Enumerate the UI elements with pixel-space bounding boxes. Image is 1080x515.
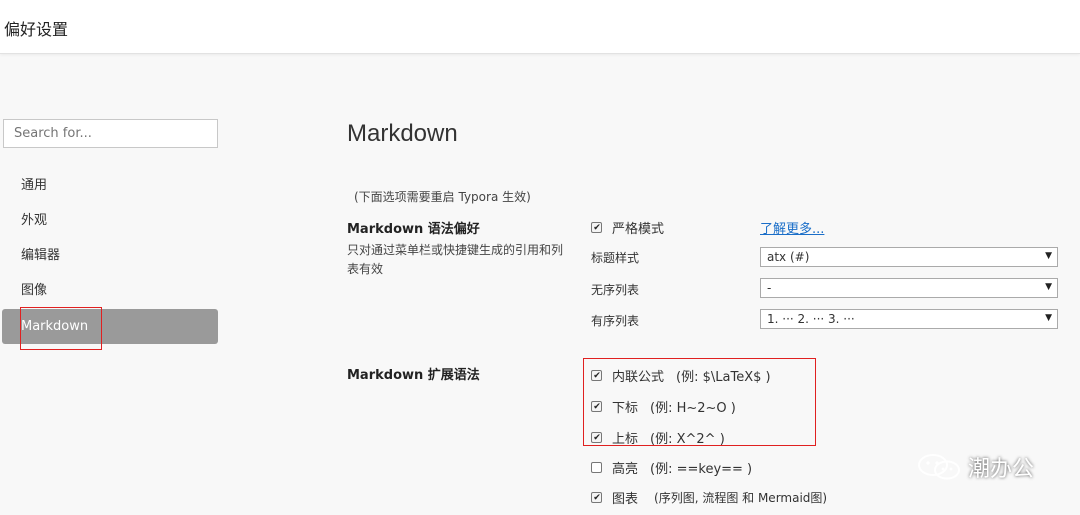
ordered-list-value: 1. ··· 2. ··· 3. ··· [767,312,855,326]
diagrams-option[interactable]: 图表 (序列图, 流程图 和 Mermaid图) [591,488,827,507]
strict-mode-checkbox[interactable] [591,222,602,233]
strict-mode-option[interactable]: 严格模式 [591,218,664,237]
highlight-example: (例: ==key== ) [650,462,753,477]
highlight-box-markdown-nav [20,307,102,350]
sidebar-item-image[interactable]: 图像 [2,273,218,308]
heading-style-value: atx (#) [767,250,810,264]
page-title: Markdown [347,120,458,147]
unordered-list-label: 无序列表 [591,283,640,297]
wechat-icon [918,454,960,480]
syntax-preference-description: 只对通过菜单栏或快捷键生成的引用和列表有效 [347,243,564,276]
sidebar-item-general[interactable]: 通用 [2,168,218,203]
syntax-preference-title: Markdown 语法偏好 [347,222,480,237]
highlight-label: 高亮 [612,462,639,477]
restart-note: (下面选项需要重启 Typora 生效) [354,190,531,204]
strict-mode-label: 严格模式 [612,222,665,237]
window-title: 偏好设置 [4,20,69,39]
diagrams-checkbox[interactable] [591,492,602,503]
title-bar: 偏好设置 [0,0,1080,54]
diagrams-label: 图表 [612,492,639,507]
highlight-checkbox[interactable] [591,462,602,473]
highlight-option[interactable]: 高亮 (例: ==key== ) [591,458,752,477]
search-input[interactable] [3,119,218,148]
heading-style-select[interactable]: atx (#) ▼ [760,247,1058,267]
highlight-box-extended-syntax [583,358,816,446]
unordered-list-value: - [767,281,772,295]
ordered-list-label: 有序列表 [591,314,640,328]
watermark-text: 潮办公 [968,457,1035,482]
unordered-list-select[interactable]: - ▼ [760,278,1058,298]
sidebar-item-editor[interactable]: 编辑器 [2,238,218,273]
sidebar-item-appearance[interactable]: 外观 [2,203,218,238]
ordered-list-select[interactable]: 1. ··· 2. ··· 3. ··· ▼ [760,309,1058,329]
watermark: 潮办公 [916,451,1034,483]
diagrams-example: (序列图, 流程图 和 Mermaid图) [654,491,828,505]
extended-syntax-title: Markdown 扩展语法 [347,368,480,383]
dropdown-arrow-icon: ▼ [1045,282,1052,292]
dropdown-arrow-icon: ▼ [1045,313,1052,323]
dropdown-arrow-icon: ▼ [1045,251,1052,261]
learn-more-link[interactable]: 了解更多... [760,218,824,237]
heading-style-label: 标题样式 [591,251,640,265]
